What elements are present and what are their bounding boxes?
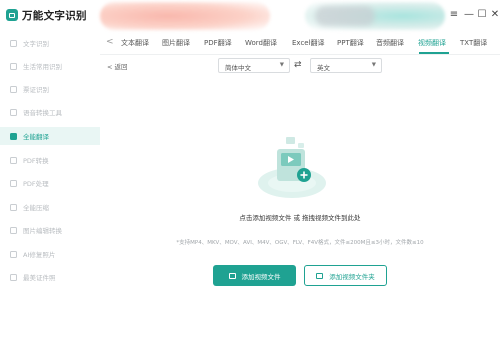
sidebar-item-voice[interactable]: 语音转换工具 bbox=[0, 103, 100, 121]
sidebar-item-life[interactable]: 生活常用识别 bbox=[0, 57, 100, 75]
target-language-value: 英文 bbox=[317, 64, 330, 72]
upload-instruction[interactable]: 点击添加视频文件 或 拖拽视频文件到此处 bbox=[100, 212, 500, 222]
pdf-convert-icon bbox=[10, 156, 17, 164]
target-language-select[interactable]: 英文 ▼ bbox=[310, 58, 382, 73]
tab-text-translate[interactable]: 文本翻译 bbox=[121, 38, 149, 48]
sidebar-item-label: 最美证件照 bbox=[23, 274, 56, 282]
sidebar-item-compress[interactable]: 全能压缩 bbox=[0, 198, 100, 216]
tab-image-translate[interactable]: 图片翻译 bbox=[162, 38, 190, 48]
sidebar-item-label: 文字识别 bbox=[23, 40, 49, 48]
sidebar-item-label: 语音转换工具 bbox=[23, 109, 62, 117]
ai-photo-icon bbox=[10, 250, 17, 258]
chevron-down-icon: ▼ bbox=[279, 62, 284, 68]
add-video-file-label: 添加视频文件 bbox=[241, 272, 281, 281]
sidebar-item-label: 全能翻译 bbox=[23, 133, 49, 141]
add-video-folder-label: 添加视频文件夹 bbox=[329, 272, 375, 281]
translate-icon bbox=[10, 132, 17, 140]
sidebar-item-label: PDF处理 bbox=[23, 180, 49, 188]
sidebar-item-label: 图片编辑转换 bbox=[23, 227, 62, 235]
tab-audio-translate[interactable]: 音频翻译 bbox=[376, 38, 404, 48]
compress-icon bbox=[10, 203, 17, 211]
sidebar-item-label: PDF转换 bbox=[23, 157, 49, 165]
maximize-icon[interactable]: ☐ bbox=[476, 9, 488, 21]
sidebar-item-text-recognition[interactable]: 文字识别 bbox=[0, 34, 100, 52]
sidebar-item-label: 票证识别 bbox=[23, 86, 49, 94]
app-title: 万能文字识别 bbox=[22, 10, 87, 22]
sidebar-item-image-edit[interactable]: 图片编辑转换 bbox=[0, 221, 100, 239]
sidebar-item-pdf-convert[interactable]: PDF转换 bbox=[0, 151, 100, 169]
source-language-value: 简体中文 bbox=[225, 64, 251, 72]
life-icon bbox=[10, 62, 17, 70]
voice-icon bbox=[10, 108, 17, 116]
swap-languages-icon[interactable]: ⇄ bbox=[294, 60, 302, 70]
close-icon[interactable]: ✕ bbox=[489, 9, 500, 21]
minimize-icon[interactable]: — bbox=[463, 9, 475, 21]
sidebar-item-label: 全能压缩 bbox=[23, 204, 49, 212]
id-photo-icon bbox=[10, 273, 17, 281]
tabs-divider bbox=[100, 54, 500, 55]
sidebar-item-translate[interactable]: 全能翻译 bbox=[0, 127, 100, 145]
video-upload-illustration-icon[interactable] bbox=[255, 135, 330, 205]
tab-txt-translate[interactable]: TXT翻译 bbox=[460, 38, 487, 48]
back-link[interactable]: < 返回 bbox=[107, 61, 128, 71]
text-scan-icon bbox=[10, 39, 17, 47]
file-icon bbox=[228, 272, 236, 279]
sidebar-item-ticket[interactable]: 票证识别 bbox=[0, 80, 100, 98]
tab-word-translate[interactable]: Word翻译 bbox=[245, 38, 277, 48]
app-logo-icon bbox=[6, 9, 18, 21]
sidebar-item-ai-photo[interactable]: AI修复照片 bbox=[0, 245, 100, 263]
sidebar-item-label: AI修复照片 bbox=[23, 251, 56, 259]
pdf-process-icon bbox=[10, 179, 17, 187]
title-bar: 万能文字识别 ≡ — ☐ ✕ bbox=[0, 0, 500, 32]
image-edit-icon bbox=[10, 226, 17, 234]
promo-banner-left[interactable] bbox=[100, 2, 270, 30]
tab-ppt-translate[interactable]: PPT翻译 bbox=[337, 38, 364, 48]
menu-icon[interactable]: ≡ bbox=[448, 9, 460, 21]
sidebar: 文字识别 生活常用识别 票证识别 语音转换工具 全能翻译 PDF转换 PDF处理… bbox=[0, 32, 100, 350]
ticket-icon bbox=[10, 85, 17, 93]
folder-icon bbox=[316, 272, 324, 279]
chevron-down-icon: ▼ bbox=[371, 62, 376, 68]
promo-banner-right[interactable] bbox=[305, 2, 445, 30]
translate-tabs: < 文本翻译 图片翻译 PDF翻译 Word翻译 Excel翻译 PPT翻译 音… bbox=[100, 32, 500, 54]
tab-excel-translate[interactable]: Excel翻译 bbox=[292, 38, 325, 48]
add-video-folder-button[interactable]: 添加视频文件夹 bbox=[304, 265, 387, 286]
sidebar-item-id-photo[interactable]: 最美证件照 bbox=[0, 268, 100, 286]
sidebar-item-label: 生活常用识别 bbox=[23, 63, 62, 71]
tab-video-translate[interactable]: 视频翻译 bbox=[418, 38, 446, 48]
supported-formats-hint: *支持MP4、MKV、MOV、AVI、M4V、OGV、FLV、F4V格式，文件≤… bbox=[176, 240, 424, 246]
source-language-select[interactable]: 简体中文 ▼ bbox=[218, 58, 290, 73]
sidebar-item-pdf-process[interactable]: PDF处理 bbox=[0, 174, 100, 192]
tabs-prev-icon[interactable]: < bbox=[106, 37, 114, 47]
add-video-file-button[interactable]: 添加视频文件 bbox=[213, 265, 296, 286]
tab-pdf-translate[interactable]: PDF翻译 bbox=[204, 38, 232, 48]
